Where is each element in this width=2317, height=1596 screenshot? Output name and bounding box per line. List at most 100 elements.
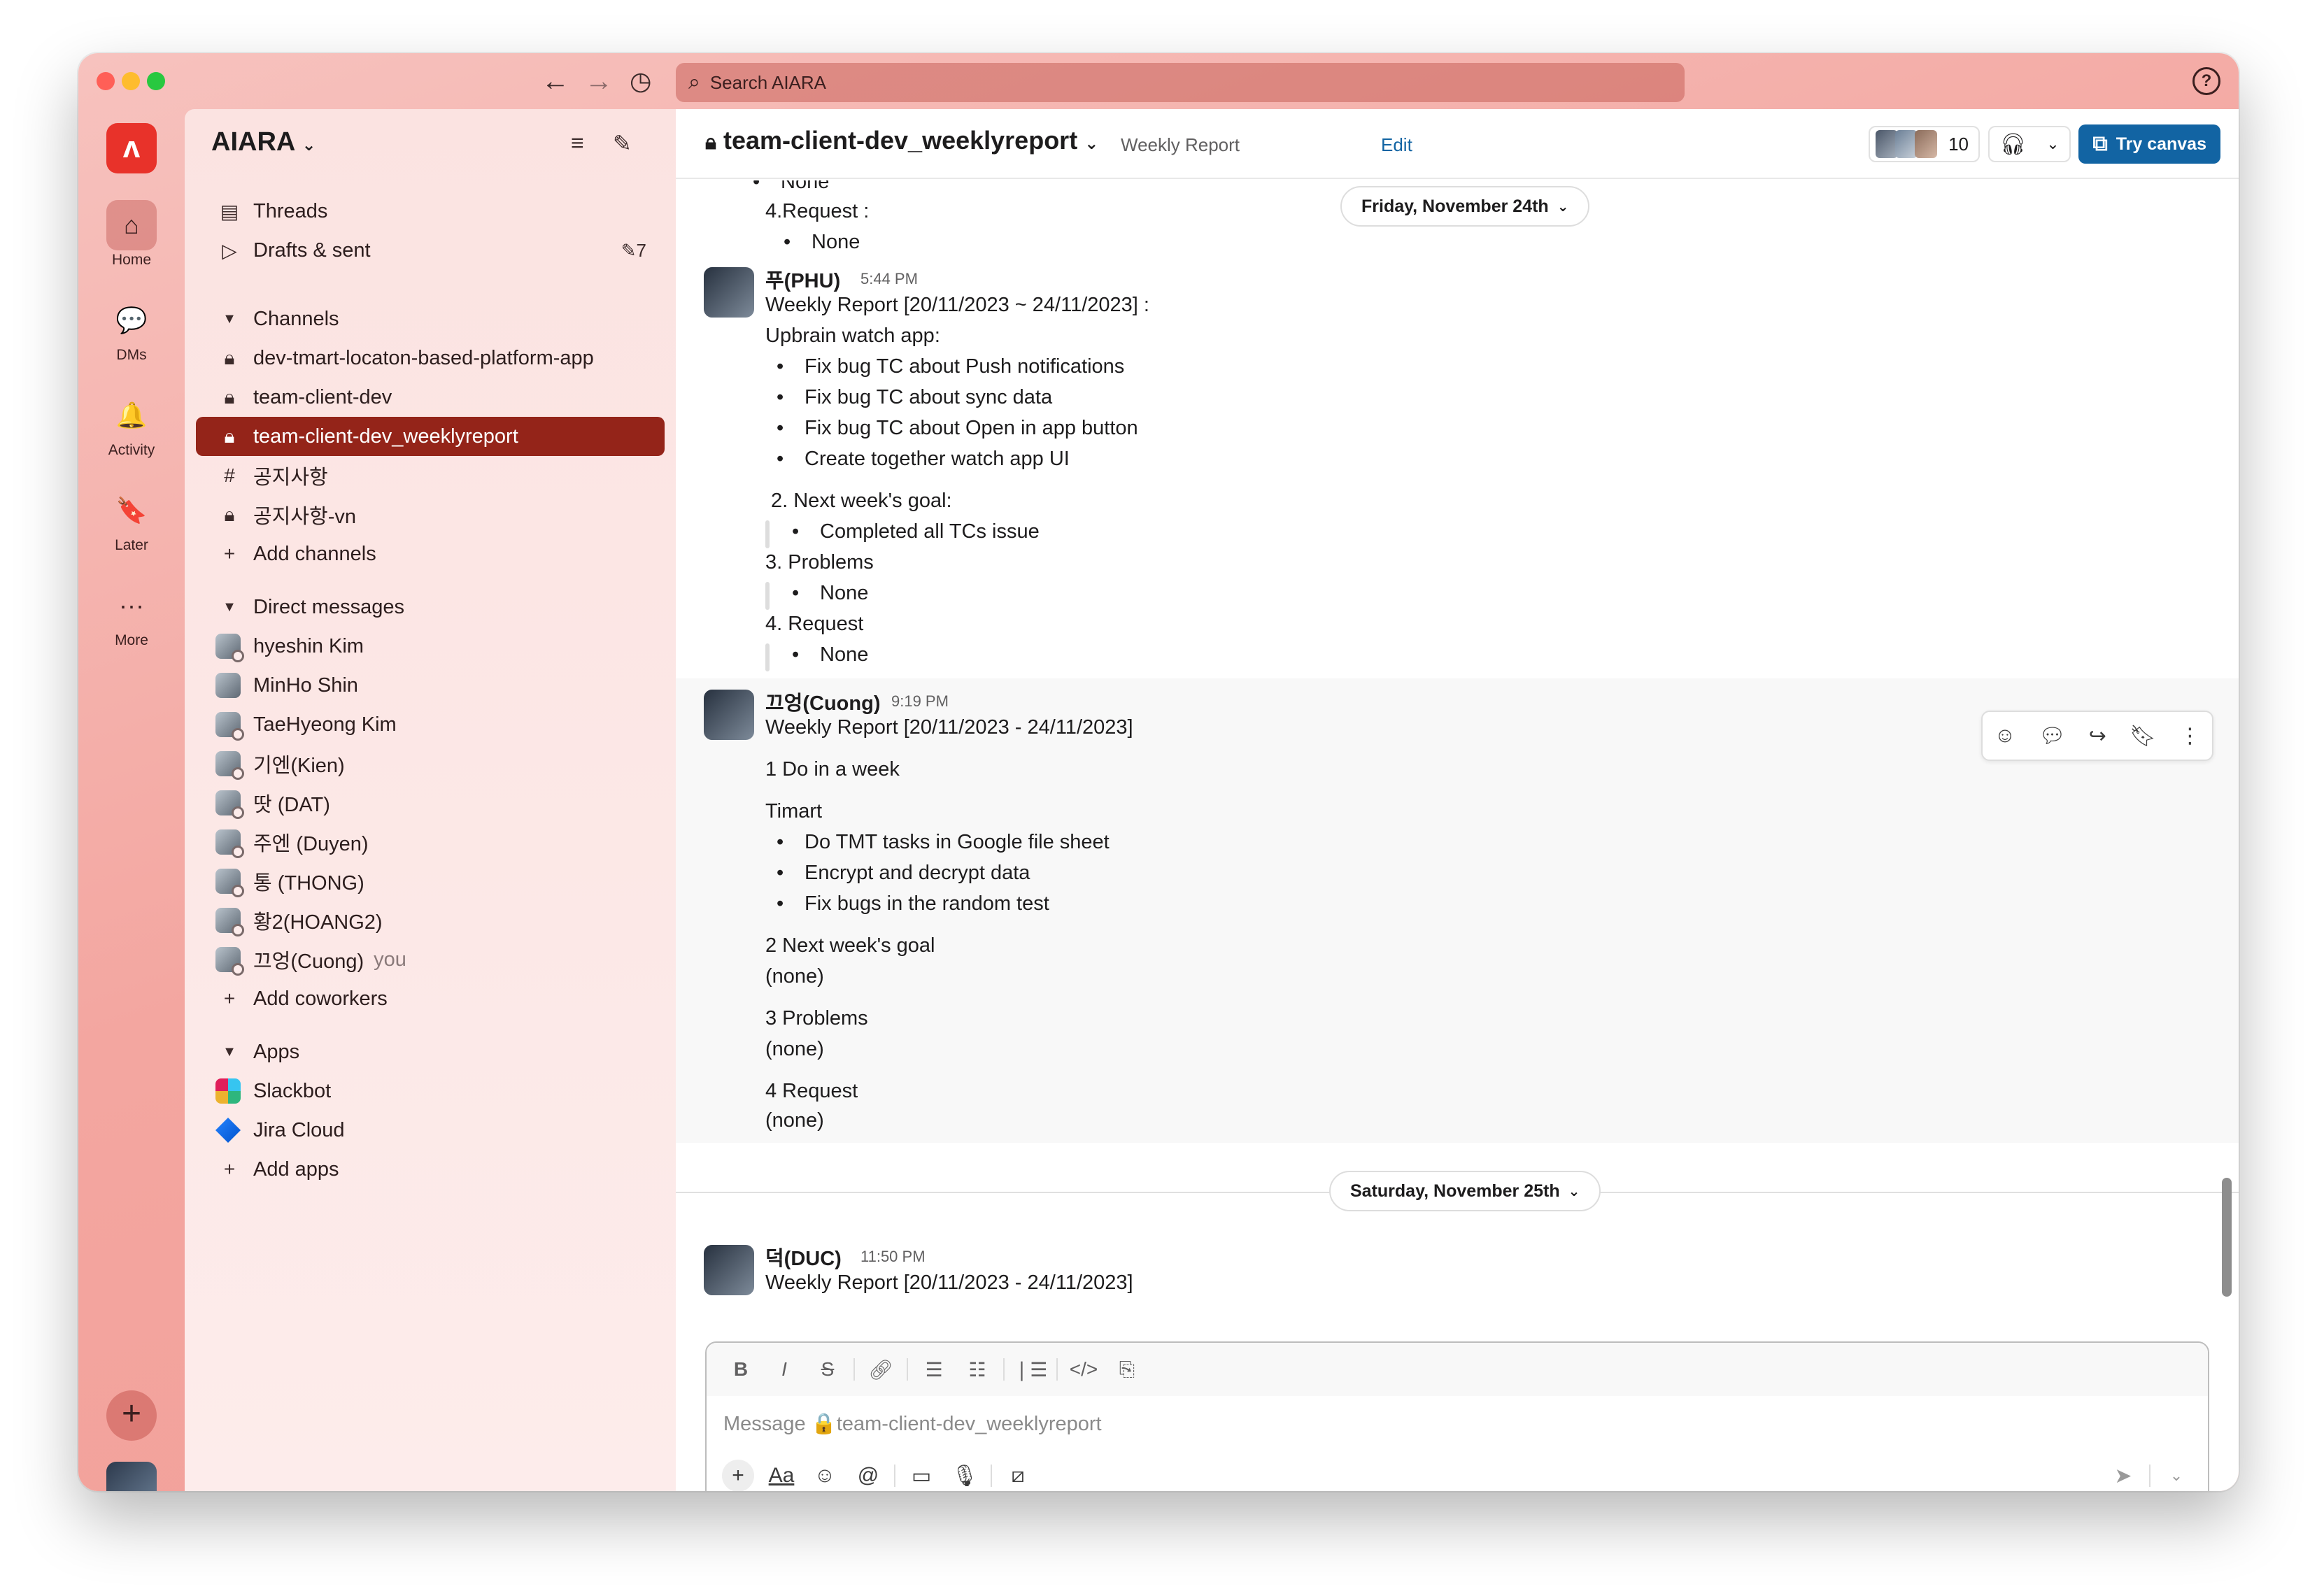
close-window-button[interactable] <box>97 72 115 90</box>
bold-icon[interactable]: B <box>719 1358 763 1381</box>
avatar[interactable] <box>704 690 754 740</box>
section-label: Direct messages <box>253 595 404 618</box>
format-toggle-button[interactable]: Aa <box>760 1464 803 1488</box>
message-input[interactable] <box>723 1410 1703 1438</box>
compose-icon[interactable]: ✎ <box>613 130 632 157</box>
microphone-icon[interactable]: 🎙︎ <box>943 1464 986 1488</box>
italic-icon[interactable]: I <box>763 1358 806 1381</box>
list-item: Create together watch app UI <box>777 448 1070 471</box>
rail-later[interactable]: 🔖 Later <box>78 485 185 554</box>
filter-icon[interactable]: ≡ <box>571 130 584 156</box>
message-time[interactable]: 11:50 PM <box>860 1248 926 1266</box>
code-block-icon[interactable]: ⎘ <box>1105 1358 1149 1381</box>
channel-view: 🔒︎ team-client-dev_weeklyreport ⌄ Weekly… <box>676 109 2239 1491</box>
sidebar-item-dm[interactable]: 황2(HOANG2) <box>196 901 665 940</box>
avatar <box>1915 130 1938 158</box>
avatar[interactable] <box>704 267 754 318</box>
sidebar-item-dm[interactable]: 땃 (DAT) <box>196 783 665 822</box>
avatar <box>215 673 241 698</box>
message-author[interactable]: 덕(DUC) <box>765 1242 842 1271</box>
history-clock-icon[interactable]: ◷ <box>630 66 651 97</box>
huddle-button[interactable]: 🎧︎ ⌄ <box>1988 126 2071 162</box>
rail-dms[interactable]: 💬 DMs <box>78 295 185 364</box>
sidebar-item-app[interactable]: Jira Cloud <box>196 1111 665 1150</box>
reply-thread-icon[interactable]: 💬︎ <box>2039 724 2065 748</box>
edit-topic-link[interactable]: Edit <box>1381 134 1412 156</box>
channel-name: team-client-dev_weeklyreport <box>253 425 518 448</box>
date-divider-pill[interactable]: Friday, November 24th ⌄ <box>1340 186 1590 227</box>
attach-plus-icon[interactable]: + <box>722 1460 754 1491</box>
message-time[interactable]: 5:44 PM <box>860 270 918 288</box>
search-bar[interactable]: ⌕ Search AIARA <box>676 63 1685 102</box>
sidebar-item-label: Drafts & sent <box>253 238 371 262</box>
list-item: Fix bug TC about Open in app button <box>777 417 1138 440</box>
dm-name: 땃 (DAT) <box>253 794 330 816</box>
rail-more[interactable]: ··· More <box>78 580 185 649</box>
workspace-logo[interactable]: ʌ <box>106 123 157 173</box>
message-author[interactable]: 끄엉(Cuong) <box>765 687 880 716</box>
zoom-window-button[interactable] <box>147 72 165 90</box>
section-channels[interactable]: ▼ Channels <box>196 299 665 339</box>
mention-icon[interactable]: @ <box>846 1464 890 1488</box>
sidebar-item-dm[interactable]: MinHo Shin <box>196 666 665 705</box>
sidebar-item-channel[interactable]: 🔒︎ dev-tmart-locaton-based-platform-app <box>196 339 665 378</box>
minimize-window-button[interactable] <box>122 72 140 90</box>
avatar[interactable] <box>704 1245 754 1295</box>
section-direct-messages[interactable]: ▼ Direct messages <box>196 587 665 627</box>
forward-arrow-icon[interactable]: → <box>585 66 613 97</box>
sidebar-item-dm[interactable]: hyeshin Kim <box>196 627 665 666</box>
sidebar-item-dm[interactable]: 통 (THONG) <box>196 862 665 901</box>
sidebar-item-dm[interactable]: 기엔(Kien) <box>196 744 665 783</box>
user-avatar[interactable] <box>106 1462 157 1491</box>
more-vertical-icon[interactable]: ⋮ <box>2179 724 2200 748</box>
sidebar-item-channel[interactable]: 🔒︎ team-client-dev <box>196 378 665 417</box>
sidebar-item-threads[interactable]: ▤ Threads <box>196 192 665 231</box>
sidebar-item-dm[interactable]: TaeHyeong Kim <box>196 705 665 744</box>
add-workspace-button[interactable]: + <box>106 1390 157 1441</box>
dms-icon: 💬 <box>115 306 148 334</box>
sidebar-item-channel[interactable]: 🔒︎ 공지사항-vn <box>196 495 665 534</box>
channel-title-button[interactable]: 🔒︎ team-client-dev_weeklyreport ⌄ <box>705 126 1098 155</box>
chevron-down-icon[interactable]: ⌄ <box>2155 1467 2198 1485</box>
rail-activity[interactable]: 🔔 Activity <box>78 390 185 459</box>
link-icon[interactable]: 🔗︎ <box>859 1358 902 1381</box>
forward-icon[interactable]: ↪ <box>2089 724 2106 748</box>
workspace-name-button[interactable]: AIARA ⌄ <box>211 127 316 157</box>
message-text: Weekly Report [20/11/2023 - 24/11/2023] <box>765 716 1133 739</box>
send-icon[interactable]: ➤ <box>2102 1464 2145 1488</box>
rail-home[interactable]: ⌂ Home <box>78 200 185 269</box>
section-label: Channels <box>253 307 339 330</box>
video-icon[interactable]: ▭ <box>900 1464 943 1488</box>
channel-name: team-client-dev <box>253 385 392 408</box>
sidebar-item-channel-active[interactable]: 🔒︎ team-client-dev_weeklyreport <box>196 417 665 456</box>
try-canvas-button[interactable]: ⧉ Try canvas <box>2078 124 2220 164</box>
section-apps[interactable]: ▼ Apps <box>196 1032 665 1071</box>
sidebar-item-app[interactable]: Slackbot <box>196 1071 665 1111</box>
message-list[interactable]: None 4.Request : None Friday, November 2… <box>676 180 2239 1332</box>
bookmark-icon[interactable]: 🔖︎ <box>2130 724 2156 748</box>
add-apps-button[interactable]: + Add apps <box>196 1150 665 1189</box>
back-arrow-icon[interactable]: ← <box>541 66 569 97</box>
add-channels-button[interactable]: + Add channels <box>196 534 665 573</box>
code-icon[interactable]: </> <box>1062 1358 1105 1381</box>
add-coworkers-button[interactable]: + Add coworkers <box>196 979 665 1018</box>
date-divider-pill[interactable]: Saturday, November 25th ⌄ <box>1329 1171 1601 1211</box>
blockquote-icon[interactable]: ❘☰ <box>1009 1358 1052 1381</box>
scrollbar-thumb[interactable] <box>2222 1178 2232 1297</box>
sidebar-item-channel[interactable]: # 공지사항 <box>196 456 665 495</box>
help-icon[interactable]: ? <box>2192 67 2220 95</box>
workspace-rail: ʌ ⌂ Home 💬 DMs 🔔 Activity 🔖 Later ··· Mo… <box>78 109 185 1491</box>
members-button[interactable]: 10 <box>1869 126 1980 162</box>
emoji-icon[interactable]: ☺ <box>803 1464 846 1488</box>
sidebar-item-dm[interactable]: 주엔 (Duyen) <box>196 822 665 862</box>
sidebar-item-dm-self[interactable]: 끄엉(Cuong) you <box>196 940 665 979</box>
message-author[interactable]: 푸(PHU) <box>765 264 840 294</box>
bulleted-list-icon[interactable]: ☷ <box>956 1358 999 1381</box>
strikethrough-icon[interactable]: S <box>806 1358 849 1381</box>
ordered-list-icon[interactable]: ☰ <box>912 1358 956 1381</box>
message-time[interactable]: 9:19 PM <box>891 692 949 711</box>
toolbar-divider <box>2149 1465 2151 1487</box>
add-reaction-icon[interactable]: ☺ <box>1994 724 2016 748</box>
sidebar-item-drafts[interactable]: ▷ Drafts & sent ✎7 <box>196 231 665 270</box>
slash-command-icon[interactable]: ⧄ <box>996 1464 1040 1488</box>
